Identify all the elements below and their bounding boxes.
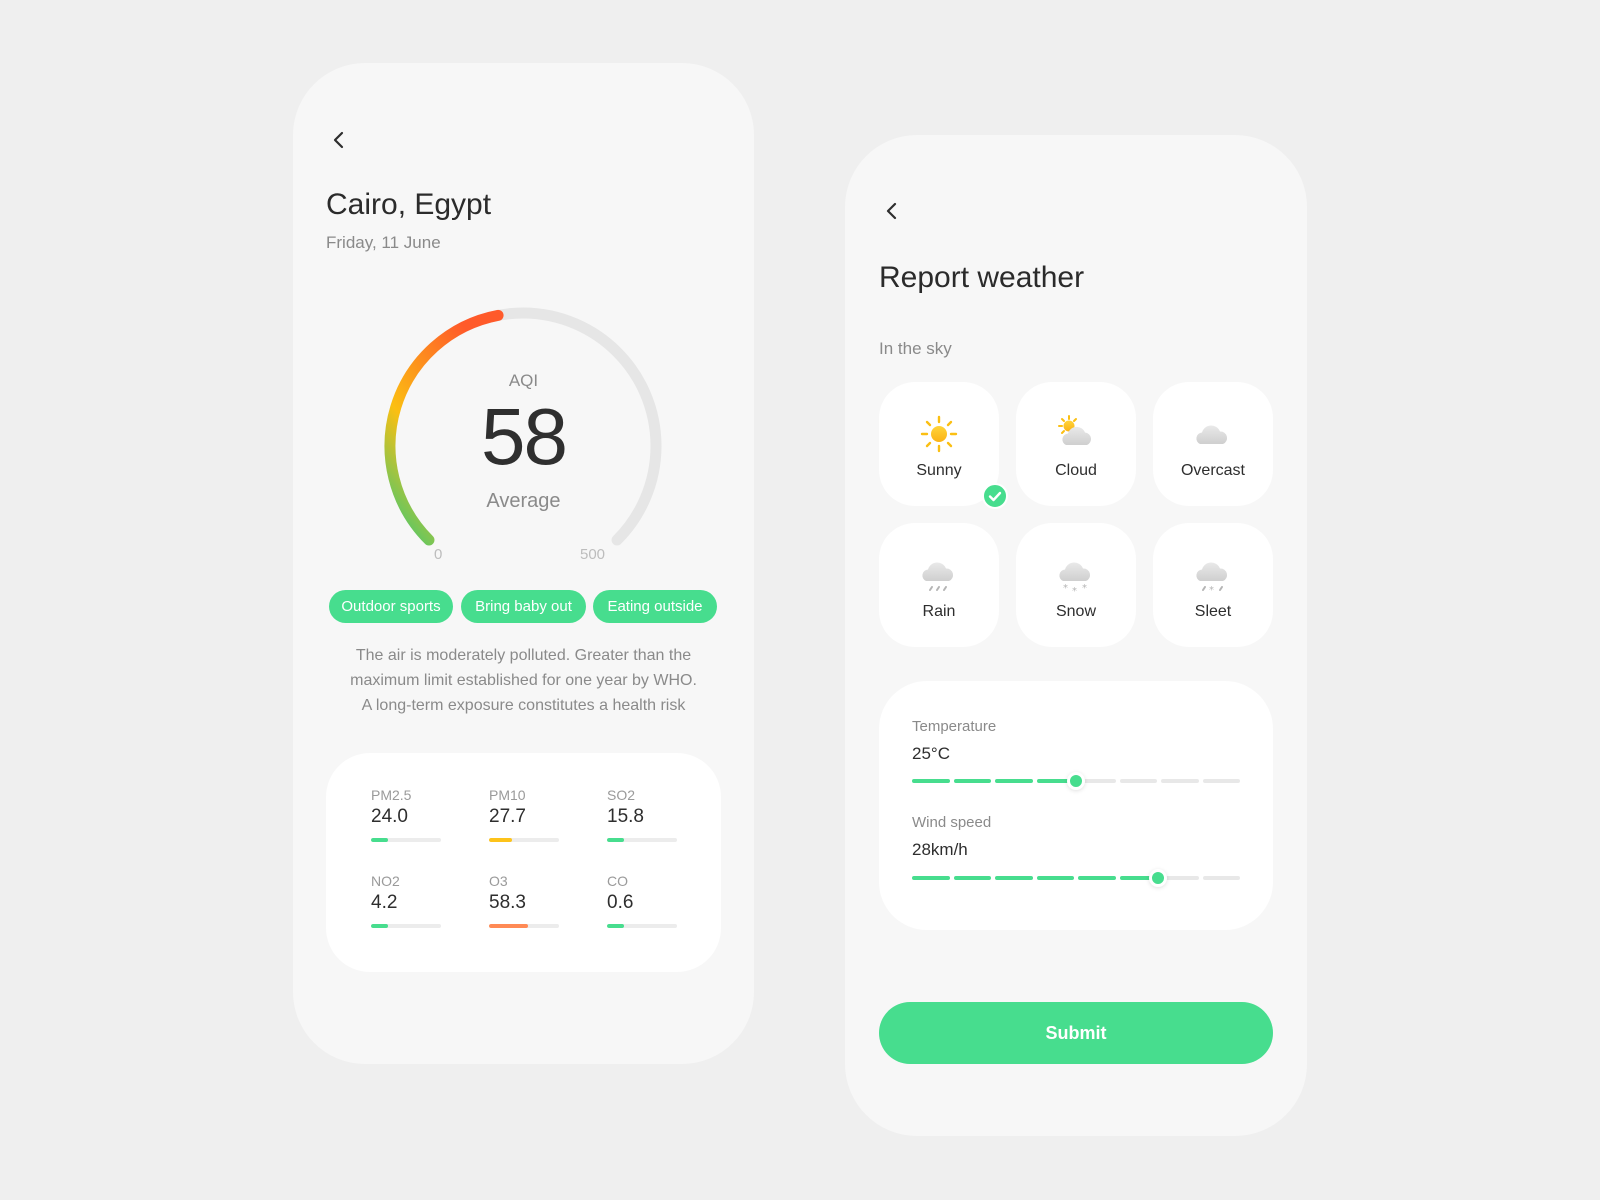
slider-segment [912,779,950,783]
option-label: Rain [922,603,956,620]
slider-segment [953,779,991,783]
pollutant-name: PM10 [489,787,526,803]
chip-outdoor-sports[interactable]: Outdoor sports [329,590,453,623]
slider-segment [1078,876,1116,880]
conditions-card: Temperature 25°C Wind speed 28km/h [879,681,1273,930]
pollutant-item: CO 0.6 [607,873,677,928]
cloud-icon [1196,425,1228,444]
option-label: Sunny [916,462,962,479]
gauge-min-label: 0 [434,546,443,563]
option-label: Snow [1055,603,1097,620]
wind-speed-value: 28km/h [912,840,968,859]
pollutant-name: CO [607,873,628,889]
svg-text:*: * [1063,583,1068,594]
temperature-label: Temperature [912,718,997,735]
pollutant-level-bar [489,838,559,842]
date-label: Friday, 11 June [326,233,441,252]
option-rain[interactable]: Rain [879,523,999,647]
chip-eating-outside[interactable]: Eating outside [593,590,717,623]
pollutant-item: NO2 4.2 [371,873,441,928]
slider-segment [1202,779,1240,783]
pollutant-value: 24.0 [371,806,408,827]
pollutant-name: PM2.5 [371,787,412,803]
pollutant-item: PM10 27.7 [489,787,559,842]
slider-segment [995,876,1033,880]
option-sleet[interactable]: * Sleet [1153,523,1273,647]
option-label: Cloud [1055,462,1097,479]
pollutant-level-fill [371,924,388,928]
pollutant-level-fill [489,924,529,928]
aqi-description: The air is moderately polluted. Greater … [293,643,754,718]
gauge-max-label: 500 [580,546,606,563]
sleet-icon: * [1196,562,1228,595]
chip-bring-baby-out[interactable]: Bring baby out [461,590,586,623]
pollutant-level-bar [607,838,677,842]
selected-check-icon [982,483,1008,509]
city-title: Cairo, Egypt [326,188,492,221]
slider-thumb[interactable] [1149,869,1167,887]
svg-text:*: * [1082,583,1087,594]
slider-segment [1036,876,1074,880]
slider-segment [953,876,991,880]
pollutant-value: 15.8 [607,806,644,827]
section-label: In the sky [879,339,952,358]
pollutant-level-fill [607,838,624,842]
option-label: Overcast [1180,462,1245,479]
pollutant-value: 27.7 [489,806,526,827]
slider-segment [912,876,950,880]
snow-icon: * * * [1059,562,1091,595]
aqi-status: Average [486,490,561,512]
pollutant-level-fill [607,924,624,928]
slider-segment [1202,876,1240,880]
pollutant-item: O3 58.3 [489,873,559,928]
wind-speed-slider[interactable] [912,869,1240,887]
submit-button[interactable]: Submit [879,1002,1273,1064]
pollutant-level-fill [489,838,513,842]
slider-thumb[interactable] [1067,772,1085,790]
aqi-value: 58 [481,392,568,481]
temperature-value: 25°C [912,744,950,763]
option-cloud[interactable]: Cloud [1016,382,1136,506]
slider-segment [995,779,1033,783]
slider-segment [1119,779,1157,783]
pollutant-value: 4.2 [371,892,398,913]
pollutant-item: SO2 15.8 [607,787,677,842]
pollutants-card: PM2.5 24.0 PM10 27.7 SO2 15.8 NO2 4.2 O3… [326,753,721,972]
aqi-label: AQI [508,371,539,390]
slider-segment [1161,779,1199,783]
pollutant-name: NO2 [371,873,400,889]
pollutant-name: O3 [489,873,508,889]
report-weather-screen: Report weather In the sky Sunny Cloud Ov… [845,135,1307,1136]
rain-icon [922,562,954,591]
option-sunny[interactable]: Sunny [879,382,999,506]
pollutant-value: 0.6 [607,892,634,913]
svg-text:*: * [1072,586,1077,595]
chevron-left-icon[interactable] [327,128,351,152]
svg-text:*: * [1209,585,1214,595]
air-quality-screen: Cairo, Egypt Friday, 11 June AQI 58 Aver… [293,63,754,1064]
page-title: Report weather [879,261,1085,294]
pollutant-level-fill [371,838,388,842]
partly-cloudy-icon [1058,415,1092,445]
pollutant-item: PM2.5 24.0 [371,787,441,842]
pollutant-level-bar [371,838,441,842]
pollutant-name: SO2 [607,787,636,803]
pollutant-value: 58.3 [489,892,526,913]
wind-speed-label: Wind speed [912,814,992,831]
description-line: A long-term exposure constitutes a healt… [361,697,686,714]
description-line: The air is moderately polluted. Greater … [355,647,692,664]
option-overcast[interactable]: Overcast [1153,382,1273,506]
pollutant-level-bar [607,924,677,928]
option-label: Sleet [1194,603,1232,620]
pollutant-level-bar [371,924,441,928]
temperature-slider[interactable] [912,772,1240,790]
option-snow[interactable]: * * * Snow [1016,523,1136,647]
pollutant-level-bar [489,924,559,928]
sun-icon [920,415,958,453]
chevron-left-icon[interactable] [880,199,904,223]
description-line: maximum limit established for one year b… [350,672,697,689]
